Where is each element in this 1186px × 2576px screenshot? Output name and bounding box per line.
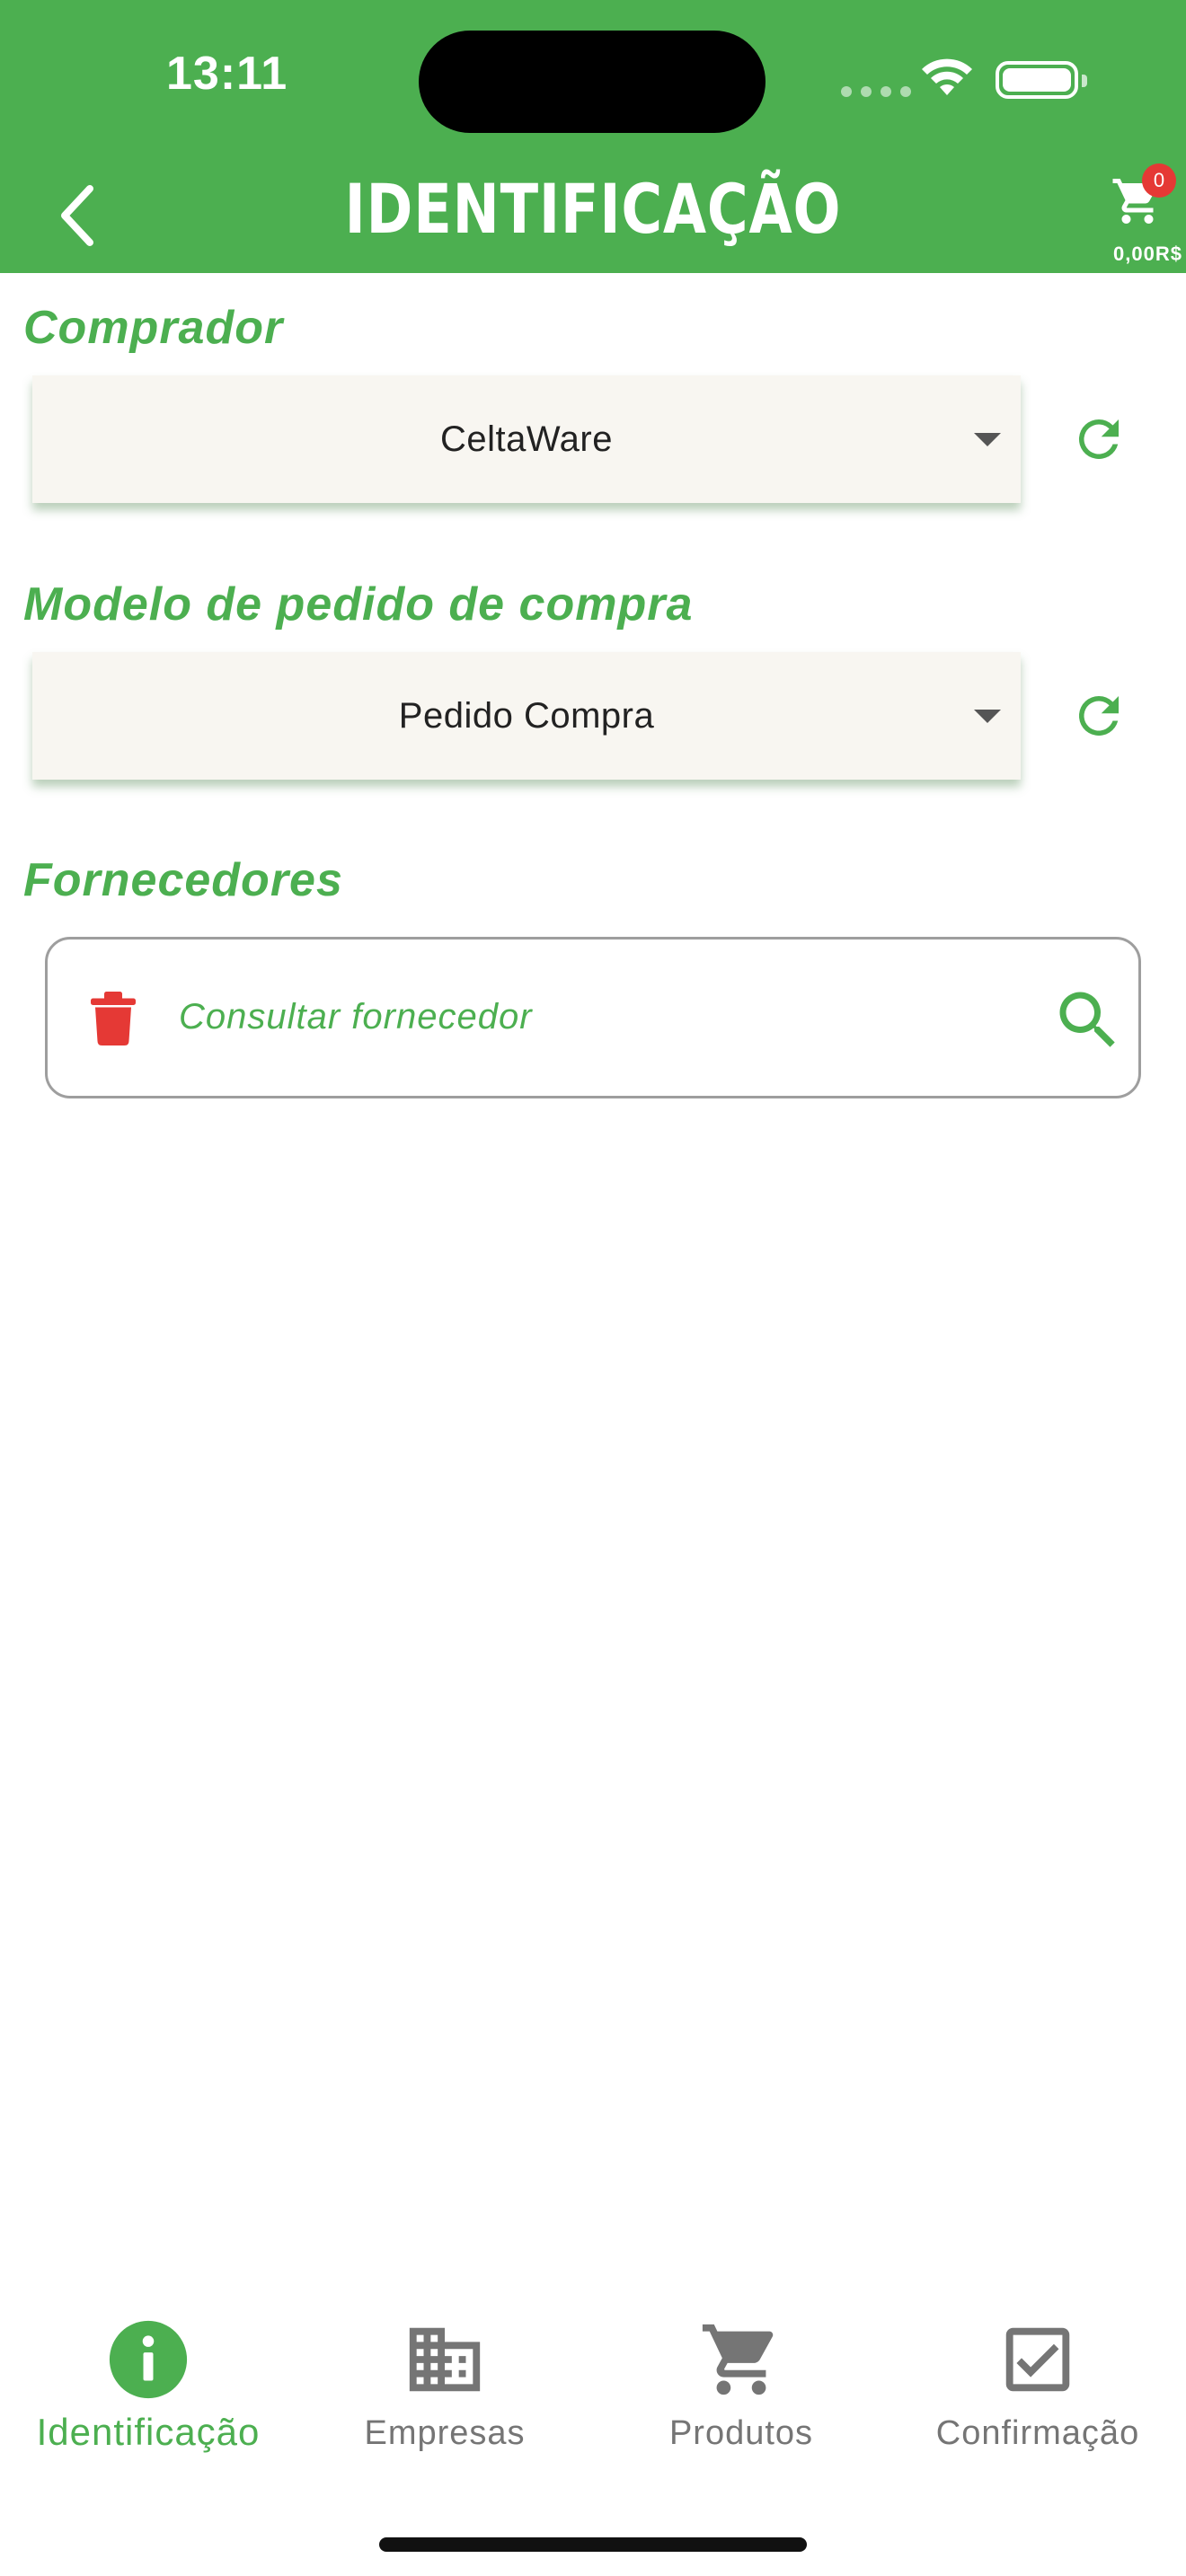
tab-empresas[interactable]: Empresas xyxy=(296,2281,593,2515)
refresh-order-model-button[interactable] xyxy=(1069,686,1128,745)
order-model-dropdown[interactable]: Pedido Compra xyxy=(32,652,1021,780)
tab-produtos[interactable]: Produtos xyxy=(593,2281,890,2515)
cart-count-badge: 0 xyxy=(1142,163,1176,198)
refresh-buyer-button[interactable] xyxy=(1069,410,1128,469)
suppliers-label: Fornecedores xyxy=(23,854,343,906)
tab-label: Empresas xyxy=(364,2414,526,2452)
dynamic-island xyxy=(419,31,766,133)
buyer-dropdown[interactable]: CeltaWare xyxy=(32,375,1021,503)
building-icon xyxy=(409,2327,481,2392)
page-title: IDENTIFICAÇÃO xyxy=(344,169,842,249)
buyer-selected-value: CeltaWare xyxy=(440,419,613,459)
tab-confirmacao[interactable]: Confirmação xyxy=(890,2281,1186,2515)
tab-label: Identificação xyxy=(36,2411,261,2453)
info-icon xyxy=(109,2320,188,2399)
cellular-signal-icon xyxy=(841,86,911,97)
app-header: 13:11 IDENTIFICAÇÃO 0 0,00R$ xyxy=(0,0,1186,273)
chevron-down-icon xyxy=(974,710,1001,723)
order-model-selected-value: Pedido Compra xyxy=(398,695,655,736)
supplier-search-field[interactable]: Consultar fornecedor xyxy=(45,937,1141,1098)
supplier-search-placeholder[interactable]: Consultar fornecedor xyxy=(179,997,533,1037)
cart-icon xyxy=(702,2324,774,2395)
bottom-tab-bar: Identificação Empresas Produtos Confirma… xyxy=(0,2281,1186,2576)
tab-identificacao[interactable]: Identificação xyxy=(0,2281,296,2515)
trash-icon[interactable] xyxy=(91,992,136,1045)
status-time: 13:11 xyxy=(166,48,288,100)
tab-label: Produtos xyxy=(668,2414,814,2452)
check-box-icon xyxy=(1005,2327,1070,2392)
battery-icon xyxy=(996,61,1087,99)
cart-total: 0,00R$ xyxy=(1113,243,1182,265)
wifi-icon xyxy=(922,58,972,95)
chevron-down-icon xyxy=(974,433,1001,446)
buyer-label: Comprador xyxy=(23,302,284,354)
tab-label: Confirmação xyxy=(935,2414,1140,2452)
home-indicator xyxy=(379,2537,807,2552)
search-icon[interactable] xyxy=(1050,983,1126,1058)
back-button[interactable] xyxy=(50,180,104,251)
order-model-label: Modelo de pedido de compra xyxy=(23,578,694,631)
